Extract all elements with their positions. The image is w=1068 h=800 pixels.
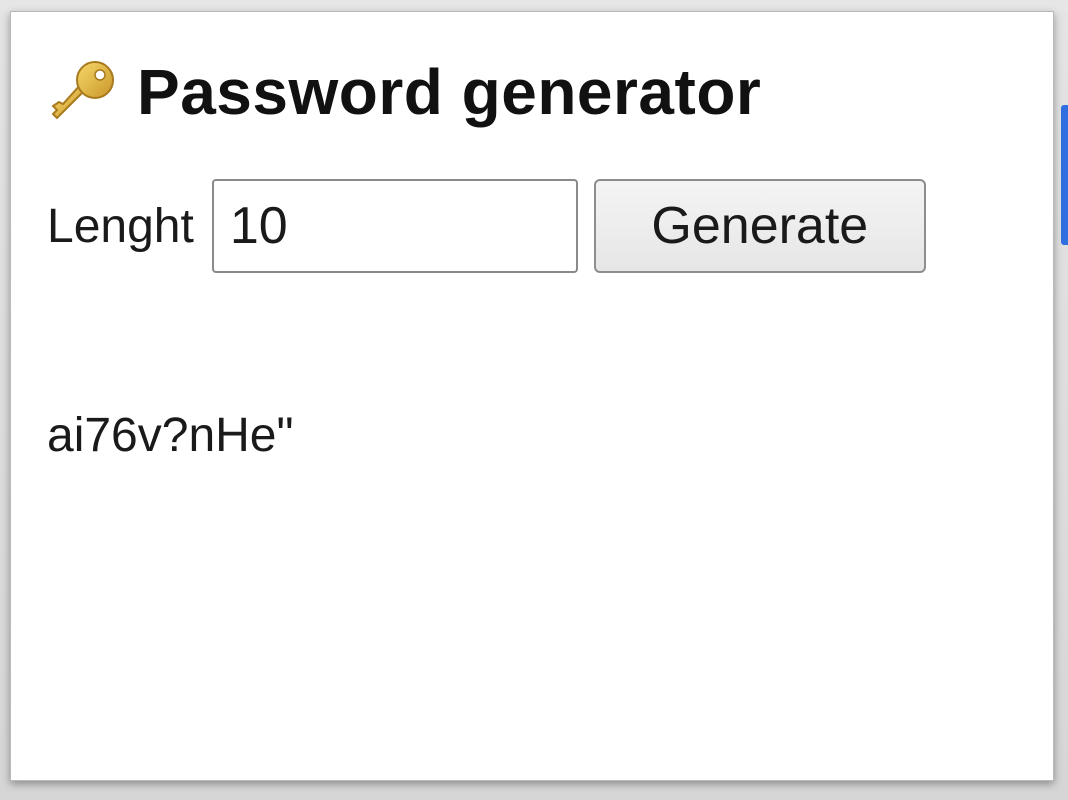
popup-header: Password generator: [47, 52, 761, 132]
generate-button[interactable]: Generate: [593, 179, 926, 273]
page-title: Password generator: [137, 56, 762, 128]
extension-popup: Password generator Lenght Generate ai76v…: [10, 11, 1054, 781]
length-label: Lenght: [47, 199, 194, 253]
length-input[interactable]: [211, 179, 578, 273]
length-form: Lenght Generate: [47, 178, 926, 274]
generated-password: ai76v?nHe": [47, 409, 294, 462]
key-icon: [51, 61, 114, 120]
page-accent-bar: [1061, 105, 1068, 245]
browser-frame: Password generator Lenght Generate ai76v…: [0, 0, 1068, 800]
